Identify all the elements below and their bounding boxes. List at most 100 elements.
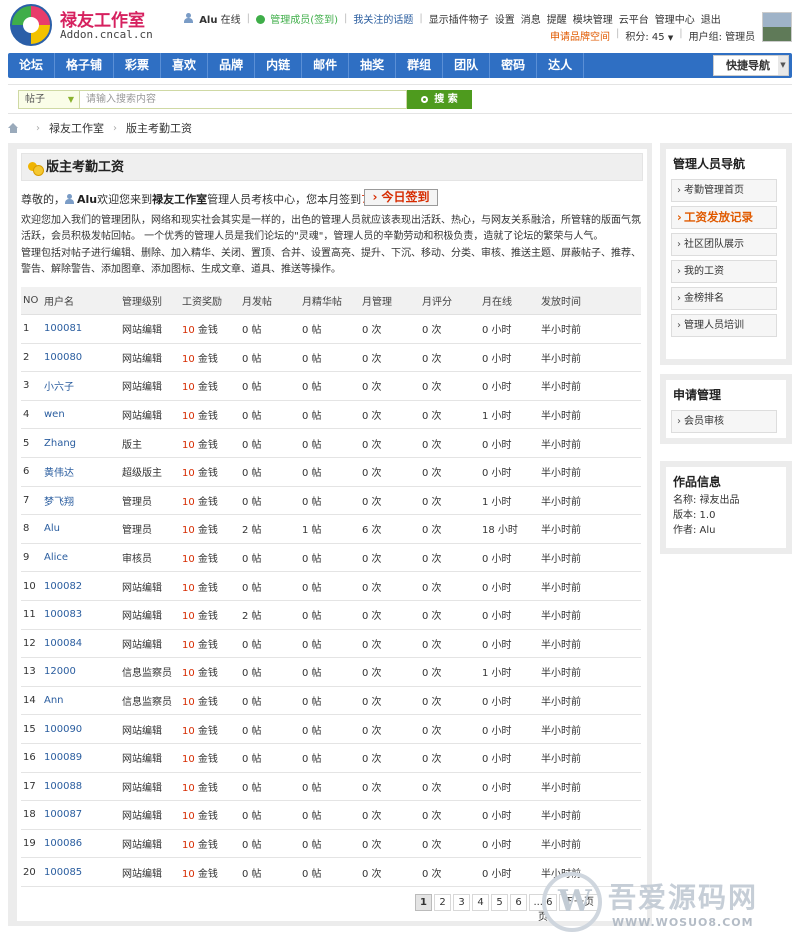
row-manage: 0 次 xyxy=(362,353,382,365)
info-name: 名称: 禄友出品 xyxy=(673,495,740,506)
row-username[interactable]: 100083 xyxy=(44,609,122,620)
nav-item-experts[interactable]: 达人 xyxy=(537,53,585,78)
module-manage-link[interactable]: 模块管理 xyxy=(573,11,613,26)
role-signin-label[interactable]: 管理成员(签到) xyxy=(270,15,338,26)
sidebar-item-attendance-home[interactable]: 考勤管理首页 xyxy=(671,179,777,202)
row-username[interactable]: Zhang xyxy=(44,438,122,449)
nav-item-forum[interactable]: 论坛 xyxy=(8,53,56,78)
row-level: 网站编辑 xyxy=(122,782,162,794)
row-rating: 0 次 xyxy=(422,411,442,423)
nav-item-draw[interactable]: 抽奖 xyxy=(349,53,397,78)
column-header-wage: 工资奖励 xyxy=(182,297,222,308)
row-username[interactable]: 100081 xyxy=(44,323,122,334)
row-username[interactable]: Ann xyxy=(44,695,122,706)
row-username[interactable]: Alu xyxy=(44,523,122,534)
quick-nav-label[interactable]: 快捷导航 xyxy=(726,59,770,72)
row-online: 18 小时 xyxy=(482,525,518,537)
row-username[interactable]: 黄伟达 xyxy=(44,464,122,479)
row-online: 0 小时 xyxy=(482,811,512,823)
row-username[interactable]: 小六子 xyxy=(44,378,122,393)
page-4-button[interactable]: 4 xyxy=(472,894,489,911)
row-manage: 0 次 xyxy=(362,839,382,851)
row-time: 半小时前 xyxy=(541,639,581,651)
sidebar-item-wage-records[interactable]: 工资发放记录 xyxy=(671,206,777,229)
row-username[interactable]: 100085 xyxy=(44,867,122,878)
cloud-platform-link[interactable]: 云平台 xyxy=(619,11,649,26)
row-online: 1 小时 xyxy=(482,668,512,680)
row-time: 半小时前 xyxy=(541,525,581,537)
messages-link[interactable]: 消息 xyxy=(521,11,541,26)
followed-topics-link[interactable]: 我关注的话题 xyxy=(353,11,413,26)
row-username[interactable]: 12000 xyxy=(44,666,122,677)
username-link[interactable]: Alu xyxy=(199,15,217,26)
watermark-url: WWW.WOSUO8.COM xyxy=(612,916,754,929)
search-type-value[interactable]: 帖子 xyxy=(25,94,45,105)
row-wage-amount: 10 xyxy=(182,325,195,337)
row-level: 管理员 xyxy=(122,525,152,537)
page-3-button[interactable]: 3 xyxy=(453,894,470,911)
search-button-label[interactable]: 搜 索 xyxy=(434,94,457,105)
row-no: 18 xyxy=(23,809,36,821)
row-username[interactable]: 100082 xyxy=(44,581,122,592)
row-manage: 0 次 xyxy=(362,496,382,508)
page-1-button[interactable]: 1 xyxy=(415,894,432,911)
search-type-select[interactable]: 帖子 ▼ xyxy=(18,90,80,109)
sidebar-item-team-showcase[interactable]: 社区团队展示 xyxy=(671,233,777,256)
avatar[interactable] xyxy=(762,12,792,42)
search-input[interactable]: 请输入搜索内容 xyxy=(80,90,407,109)
page-5-button[interactable]: 5 xyxy=(491,894,508,911)
row-username[interactable]: 100087 xyxy=(44,809,122,820)
daily-signin-button[interactable]: › 今日签到 xyxy=(364,189,438,206)
nav-item-team[interactable]: 团队 xyxy=(443,53,491,78)
settings-link[interactable]: 设置 xyxy=(495,11,515,26)
brand-space-link[interactable]: 申请品牌空间 xyxy=(550,28,610,43)
row-username[interactable]: 100090 xyxy=(44,724,122,735)
row-username[interactable]: 梦飞翔 xyxy=(44,493,122,508)
page-2-button[interactable]: 2 xyxy=(434,894,451,911)
row-username[interactable]: 100089 xyxy=(44,752,122,763)
welcome-username[interactable]: Alu xyxy=(77,193,97,206)
row-level: 网站编辑 xyxy=(122,868,162,880)
nav-item-likes[interactable]: 喜欢 xyxy=(161,53,209,78)
search-button[interactable]: 搜 索 xyxy=(407,90,472,109)
nav-item-groups[interactable]: 群组 xyxy=(396,53,444,78)
home-icon[interactable] xyxy=(8,123,19,133)
notifications-link[interactable]: 提醒 xyxy=(547,11,567,26)
row-username[interactable]: 100086 xyxy=(44,838,122,849)
row-wage-unit: 金钱 xyxy=(197,782,218,794)
admin-center-link[interactable]: 管理中心 xyxy=(655,11,695,26)
breadcrumb-item-current[interactable]: 版主考勤工资 xyxy=(126,120,192,136)
row-rating: 0 次 xyxy=(422,754,442,766)
breadcrumb-item-home[interactable]: 禄友工作室 xyxy=(49,120,104,136)
sidebar-item-my-wage[interactable]: 我的工资 xyxy=(671,260,777,283)
row-level: 网站编辑 xyxy=(122,725,162,737)
row-username[interactable]: 100080 xyxy=(44,352,122,363)
sidebar-item-member-review[interactable]: 会员审核 xyxy=(671,410,777,433)
row-posts: 2 帖 xyxy=(242,525,262,537)
row-time: 半小时前 xyxy=(541,725,581,737)
page-6-button[interactable]: 6 xyxy=(510,894,527,911)
row-level: 版主 xyxy=(122,439,142,451)
plugin-display-link[interactable]: 显示插件物子 xyxy=(429,11,489,26)
quick-nav-button[interactable]: 快捷导航 ▼ xyxy=(713,55,789,76)
nav-item-brand[interactable]: 品牌 xyxy=(208,53,256,78)
nav-item-mail[interactable]: 邮件 xyxy=(302,53,350,78)
nav-item-password[interactable]: 密码 xyxy=(490,53,538,78)
table-row: 11 100083 网站编辑 10 金钱 2 帖0 帖0 次0 次0 小时 半小时前 xyxy=(21,601,641,630)
row-username[interactable]: wen xyxy=(44,409,122,420)
row-username[interactable]: Alice xyxy=(44,552,122,563)
sidebar-item-ranking[interactable]: 金榜排名 xyxy=(671,287,777,310)
points-menu[interactable]: 积分: 45 ▼ xyxy=(625,28,673,43)
admin-nav-inner: 管理人员导航 考勤管理首页 工资发放记录 社区团队展示 我的工资 金榜排名 管理… xyxy=(666,149,786,359)
nav-item-internal-links[interactable]: 内链 xyxy=(255,53,303,78)
points-label[interactable]: 积分: 45 xyxy=(625,32,664,43)
sidebar-item-training[interactable]: 管理人员培训 xyxy=(671,314,777,337)
nav-item-shop[interactable]: 格子铺 xyxy=(55,53,115,78)
role-signin-link[interactable]: 管理成员(签到) xyxy=(256,11,338,26)
logout-link[interactable]: 退出 xyxy=(701,11,721,26)
site-logo-icon[interactable] xyxy=(10,4,52,46)
nav-item-lottery[interactable]: 彩票 xyxy=(114,53,162,78)
row-wage-unit: 金钱 xyxy=(197,754,218,766)
row-username[interactable]: 100084 xyxy=(44,638,122,649)
row-username[interactable]: 100088 xyxy=(44,781,122,792)
